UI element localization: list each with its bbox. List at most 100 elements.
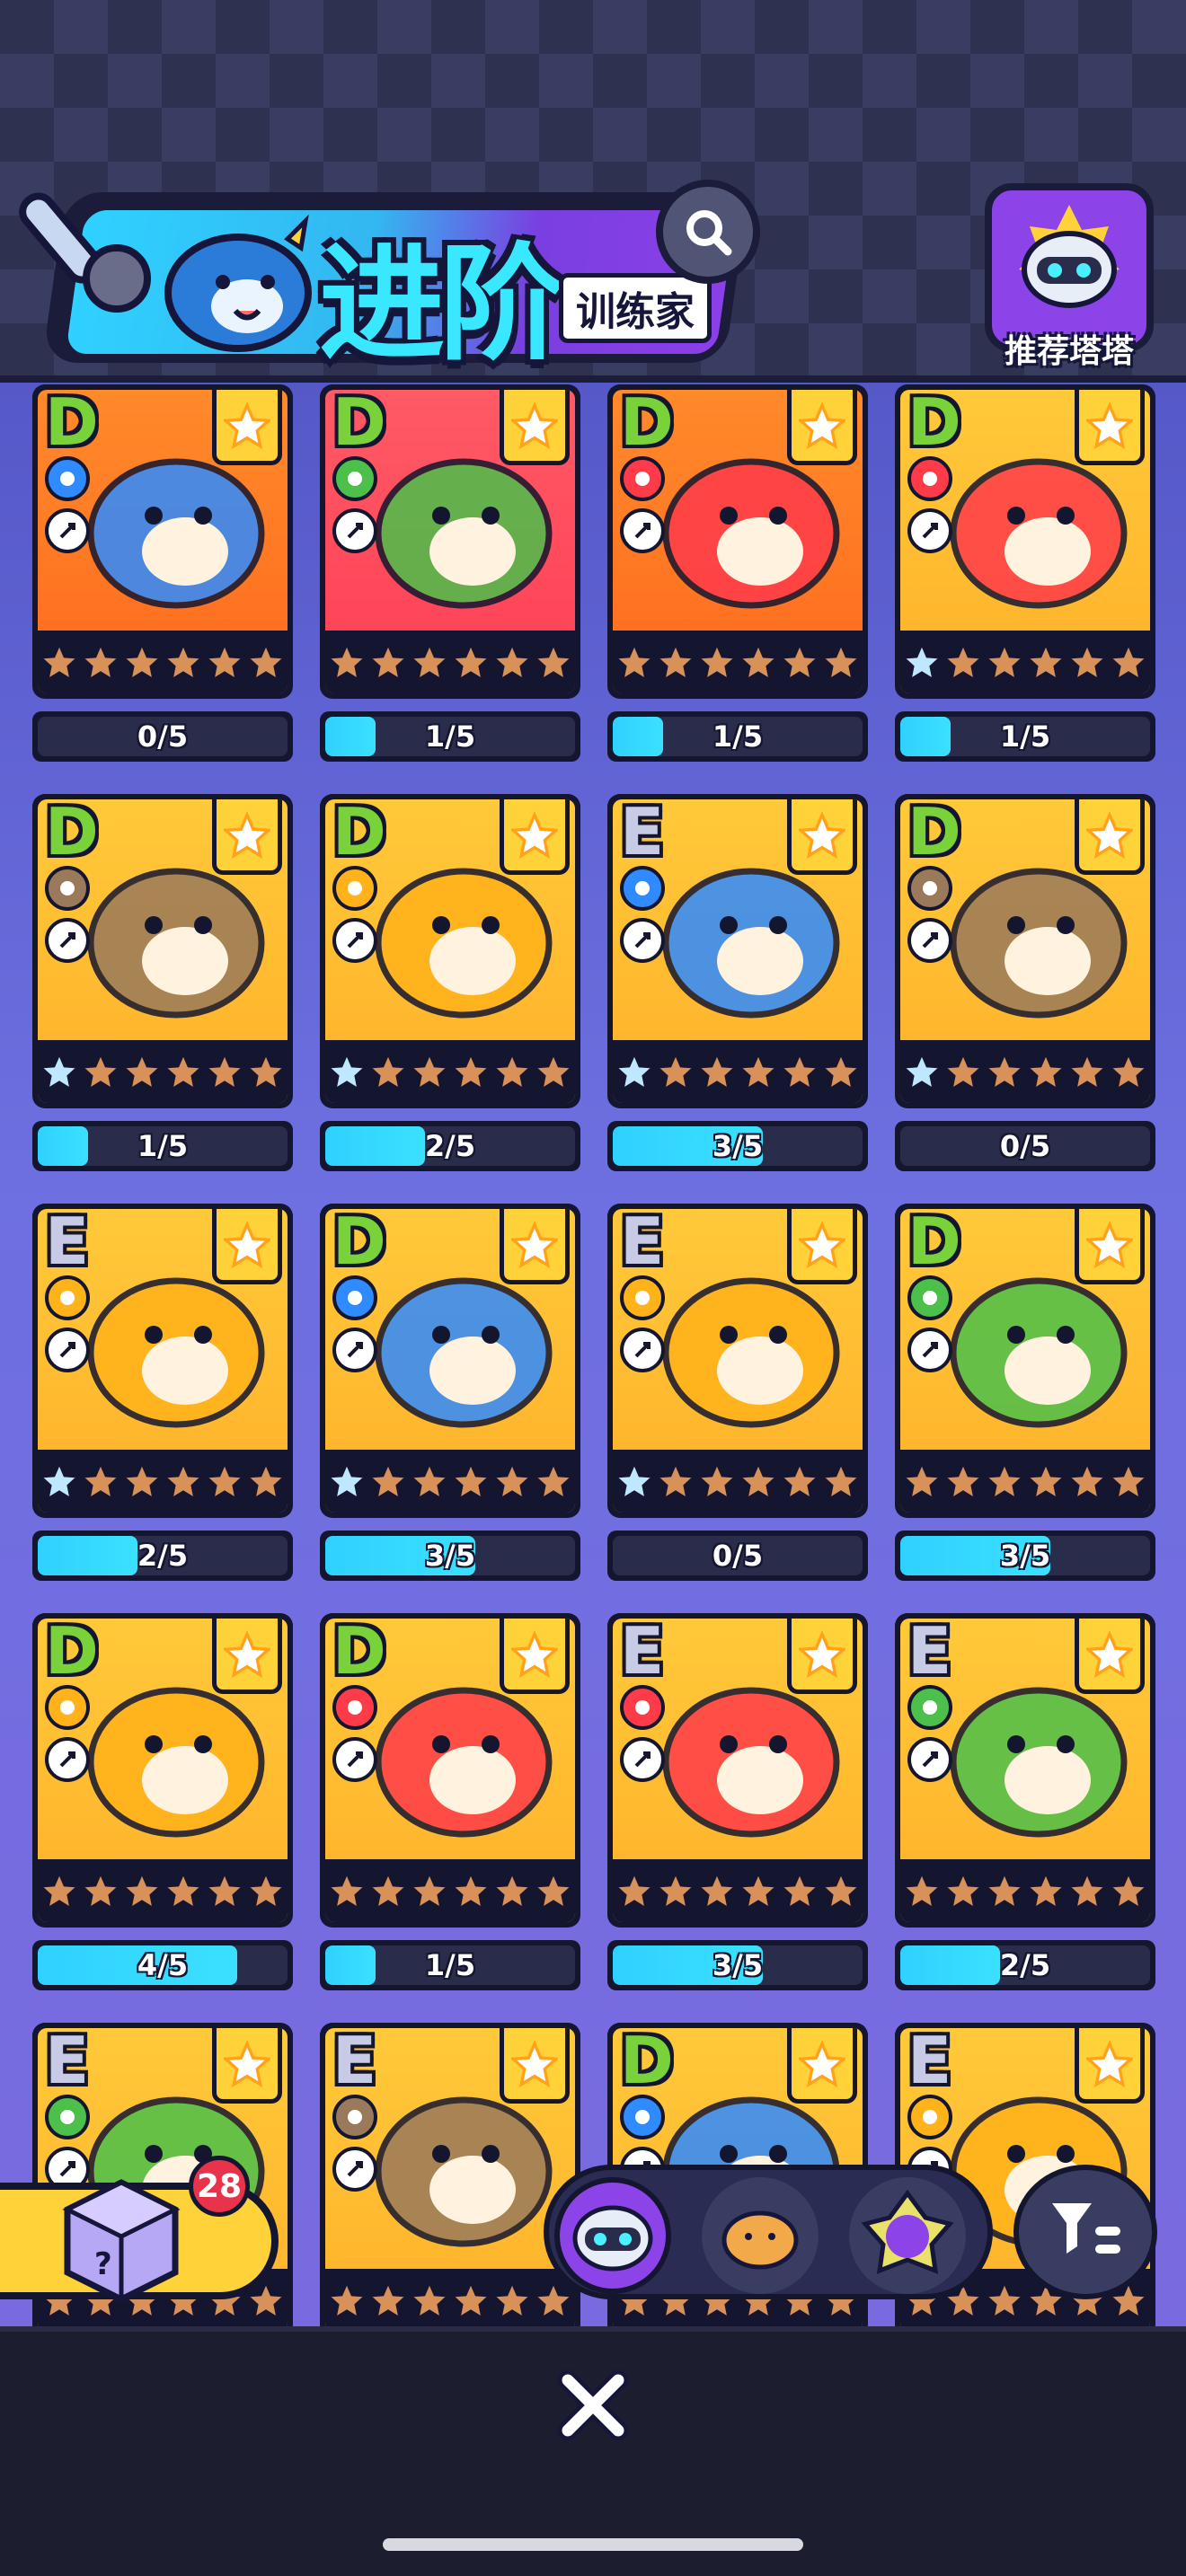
- card-grade: E: [332, 2028, 377, 2098]
- star-empty-icon: [450, 1051, 491, 1092]
- character-card[interactable]: D: [607, 384, 868, 699]
- star-empty-icon: [39, 641, 80, 683]
- star-empty-icon: [1108, 1051, 1149, 1092]
- tab-cat-robot[interactable]: [554, 2177, 671, 2294]
- favorite-star-button[interactable]: [212, 799, 282, 875]
- grass-element-icon: [907, 1275, 952, 1320]
- favorite-star-button[interactable]: [787, 1209, 857, 1284]
- star-empty-icon: [779, 1051, 820, 1092]
- magic-role-icon: [620, 918, 665, 963]
- progress-label: 3/5: [424, 1539, 476, 1573]
- character-card[interactable]: E: [607, 1613, 868, 1928]
- favorite-star-button[interactable]: [500, 2028, 570, 2104]
- character-card[interactable]: E: [895, 1613, 1155, 1928]
- star-empty-icon: [820, 1051, 862, 1092]
- filter-button[interactable]: [1013, 2165, 1157, 2299]
- card-grade: E: [620, 1619, 665, 1689]
- character-card[interactable]: E: [607, 794, 868, 1108]
- favorite-star-button[interactable]: [787, 799, 857, 875]
- favorite-star-button[interactable]: [212, 1619, 282, 1694]
- character-card[interactable]: D: [320, 1613, 580, 1928]
- star-rating: [900, 1450, 1150, 1513]
- progress-label: 0/5: [712, 1539, 764, 1573]
- magic-role-icon: [332, 918, 377, 963]
- star-empty-icon: [1067, 1870, 1108, 1911]
- character-card[interactable]: D: [895, 794, 1155, 1108]
- star-empty-icon: [204, 1051, 245, 1092]
- card-grade: E: [907, 1619, 952, 1689]
- star-empty-icon: [450, 1870, 491, 1911]
- star-empty-icon: [367, 641, 409, 683]
- character-card[interactable]: D: [895, 384, 1155, 699]
- star-empty-icon: [245, 1460, 287, 1502]
- star-filled-icon: [901, 1051, 943, 1092]
- favorite-star-button[interactable]: [1075, 2028, 1145, 2104]
- attack-role-icon: [620, 508, 665, 553]
- star-empty-icon: [450, 641, 491, 683]
- star-rating: [325, 1859, 575, 1922]
- star-empty-icon: [163, 641, 204, 683]
- character-card[interactable]: D: [32, 1613, 293, 1928]
- favorite-star-button[interactable]: [1075, 390, 1145, 465]
- star-filled-icon: [901, 641, 943, 683]
- character-card[interactable]: D: [320, 794, 580, 1108]
- star-empty-icon: [326, 641, 367, 683]
- card-grade: D: [907, 390, 961, 460]
- character-card[interactable]: D: [320, 384, 580, 699]
- card-progress-bar: 3/5: [320, 1531, 580, 1581]
- character-card[interactable]: E: [320, 2023, 580, 2337]
- card-progress-bar: 3/5: [895, 1531, 1155, 1581]
- mystery-box-count: 28: [189, 2156, 250, 2217]
- card-grade: D: [907, 1209, 961, 1279]
- character-card[interactable]: E: [607, 1204, 868, 1518]
- favorite-star-button[interactable]: [787, 2028, 857, 2104]
- card-grade: D: [332, 1209, 386, 1279]
- favorite-star-button[interactable]: [787, 1619, 857, 1694]
- favorite-star-button[interactable]: [500, 1209, 570, 1284]
- character-card[interactable]: D: [32, 794, 293, 1108]
- tab-bread[interactable]: [702, 2177, 819, 2294]
- card-progress-bar: 1/5: [320, 711, 580, 762]
- favorite-star-button[interactable]: [1075, 1619, 1145, 1694]
- card-grade: E: [907, 2028, 952, 2098]
- favorite-star-button[interactable]: [500, 799, 570, 875]
- star-empty-icon: [491, 1051, 533, 1092]
- favorite-star-button[interactable]: [212, 390, 282, 465]
- character-card[interactable]: D: [320, 1204, 580, 1518]
- card-progress-bar: 4/5: [32, 1940, 293, 1990]
- favorite-star-button[interactable]: [787, 390, 857, 465]
- star-empty-icon: [121, 1051, 163, 1092]
- progress-label: 1/5: [424, 719, 476, 754]
- progress-label: 3/5: [999, 1539, 1051, 1573]
- close-icon: [558, 2370, 628, 2440]
- mystery-box-button[interactable]: ? 28: [0, 2156, 286, 2308]
- star-icon: [224, 2040, 270, 2087]
- star-empty-icon: [491, 2280, 533, 2321]
- favorite-star-button[interactable]: [212, 1209, 282, 1284]
- favorite-star-button[interactable]: [500, 1619, 570, 1694]
- favorite-star-button[interactable]: [1075, 1209, 1145, 1284]
- favorite-star-button[interactable]: [212, 2028, 282, 2104]
- card-grade: E: [620, 1209, 665, 1279]
- close-button[interactable]: [539, 2360, 647, 2450]
- progress-label: 0/5: [999, 1129, 1051, 1163]
- character-card[interactable]: D: [895, 1204, 1155, 1518]
- star-empty-icon: [943, 1460, 984, 1502]
- star-icon: [799, 401, 845, 449]
- favorite-star-button[interactable]: [1075, 799, 1145, 875]
- star-empty-icon: [984, 641, 1025, 683]
- tab-crystal-cat[interactable]: [849, 2177, 966, 2294]
- star-icon: [1086, 1221, 1133, 1268]
- star-filled-icon: [614, 1051, 655, 1092]
- character-card[interactable]: D: [32, 384, 293, 699]
- character-card[interactable]: E: [32, 1204, 293, 1518]
- star-rating: [325, 631, 575, 693]
- star-empty-icon: [367, 1870, 409, 1911]
- star-empty-icon: [984, 2280, 1025, 2321]
- favorite-star-button[interactable]: [500, 390, 570, 465]
- mystery-cube-icon: ?: [62, 2179, 181, 2303]
- star-empty-icon: [204, 641, 245, 683]
- star-empty-icon: [901, 1460, 943, 1502]
- water-element-icon: [45, 456, 90, 501]
- star-rating: [38, 1040, 288, 1103]
